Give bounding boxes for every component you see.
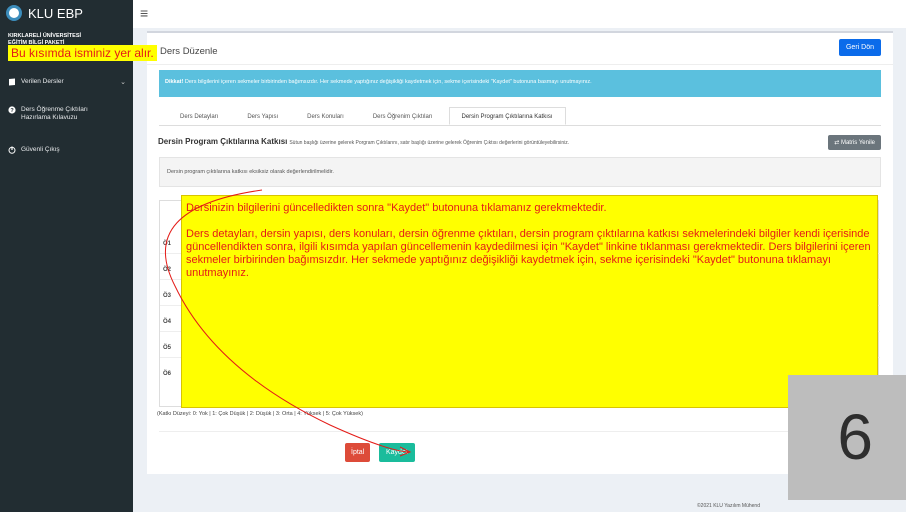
matrix-row-label: Ö6 <box>163 371 172 377</box>
annotation-name-tip: Bu kısımda isminiz yer alır. <box>8 45 157 61</box>
university-line-1: KIRKLARELİ ÜNİVERSİTESİ <box>8 33 82 39</box>
info-alert: Dikkat! Ders bilgilerini içeren sekmeler… <box>159 70 881 97</box>
sidebar-item-kilavuz[interactable]: ? Ders Öğrenme Çıktıları Hazırlama Kılav… <box>8 106 88 122</box>
step-number: 6 <box>837 401 873 473</box>
annotation-note-paragraph-1: Dersinizin bilgilerini güncelledikten so… <box>186 202 607 214</box>
tab-ders-yapisi[interactable]: Ders Yapısı <box>234 107 291 125</box>
matrix-row-label: Ö3 <box>163 293 172 299</box>
section-description: Sütun başlığı üzerine gelerek Porgram Çı… <box>289 140 570 146</box>
sidebar-item-label: Ders Öğrenme Çıktıları Hazırlama Kılavuz… <box>21 106 88 122</box>
cancel-button[interactable]: İptal <box>345 443 371 462</box>
sidebar-item-label-line-2: Hazırlama Kılavuzu <box>21 114 78 121</box>
step-number-badge: 6 <box>788 375 906 500</box>
section-header: Dersin Program Çıktılarına Katkısı Sütun… <box>158 137 569 146</box>
sidebar-item-verilen-dersler[interactable]: Verilen Dersler ⌄ <box>8 78 126 86</box>
matrix-row-label: Ö5 <box>163 345 172 351</box>
tab-bar: Ders Detayları Ders Yapısı Ders Konuları… <box>167 107 569 125</box>
book-icon <box>8 78 16 86</box>
contribution-legend: (Katkı Düzeyi: 0: Yok | 1: Çok Düşük | 2… <box>157 411 363 417</box>
sidebar-item-label-line-1: Ders Öğrenme Çıktıları <box>21 106 88 113</box>
matrix-row-label: Ö4 <box>163 319 172 325</box>
back-button[interactable]: Geri Dön <box>838 39 881 56</box>
refresh-matrix-label: Matris Yenile <box>840 140 875 146</box>
annotation-save-note: Dersinizin bilgilerini güncelledikten so… <box>181 195 878 408</box>
logo-icon <box>6 5 22 21</box>
tab-underline <box>159 125 881 126</box>
question-circle-icon: ? <box>8 106 16 114</box>
brand[interactable]: KLU EBP <box>0 0 133 26</box>
tab-ogrenim-ciktilari[interactable]: Ders Öğrenim Çıktıları <box>360 107 446 125</box>
matrix-row-label: Ö1 <box>163 241 172 247</box>
refresh-icon: ⇄ <box>834 140 840 146</box>
chevron-down-icon[interactable]: ⌄ <box>120 78 126 86</box>
tab-program-ciktilarina-katkisi[interactable]: Dersin Program Çıktılarına Katkısı <box>448 107 566 125</box>
sidebar: KLU EBP KIRKLARELİ ÜNİVERSİTESİ EĞİTİM B… <box>0 0 133 512</box>
save-button[interactable]: Kaydet <box>379 443 415 462</box>
tab-ders-detaylari[interactable]: Ders Detayları <box>167 107 231 125</box>
matrix-row-label: Ö2 <box>163 267 172 273</box>
divider <box>159 431 881 432</box>
tab-ders-konulari[interactable]: Ders Konuları <box>294 107 357 125</box>
sidebar-item-label: Verilen Dersler <box>21 78 64 85</box>
sidebar-item-label: Güvenli Çıkış <box>21 146 60 153</box>
hamburger-menu-icon[interactable]: ≡ <box>140 6 148 20</box>
section-title: Dersin Program Çıktılarına Katkısı <box>158 137 288 146</box>
power-icon <box>8 146 16 154</box>
top-navbar: ≡ <box>133 0 906 28</box>
sidebar-item-logout[interactable]: Güvenli Çıkış <box>8 146 60 154</box>
brand-name: KLU EBP <box>28 5 83 21</box>
divider <box>147 64 893 65</box>
alert-strong: Dikkat! <box>165 79 184 85</box>
annotation-note-paragraph-2: Ders detayları, dersin yapısı, ders konu… <box>186 228 871 279</box>
refresh-matrix-button[interactable]: ⇄ Matris Yenile <box>828 135 881 150</box>
page-title: Ders Düzenle <box>160 46 218 57</box>
alert-text: Ders bilgilerini içeren sekmeler birbiri… <box>183 79 592 85</box>
footer-copyright: ©2021 KLU Yazılım Mühend <box>697 503 760 509</box>
note-box: Dersin program çıktılarına katkısı eksik… <box>159 157 881 187</box>
